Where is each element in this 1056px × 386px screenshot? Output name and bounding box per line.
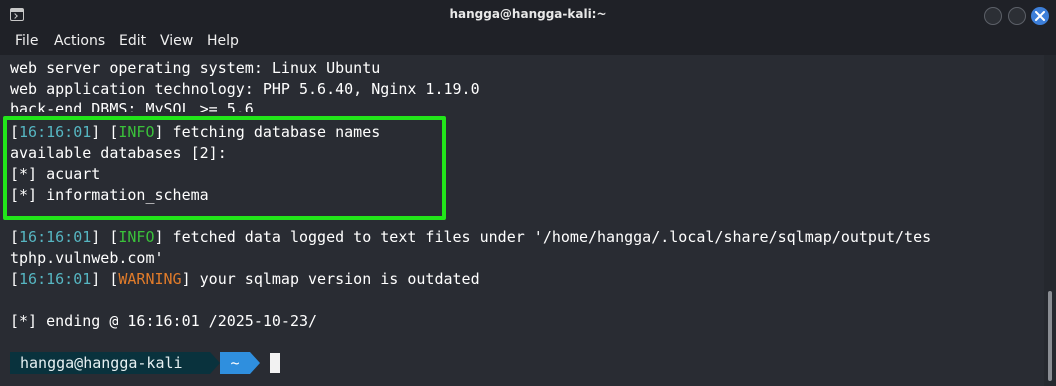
timestamp: 16:16:01: [19, 270, 92, 288]
bracket-open: [: [10, 270, 20, 288]
output-line-warning: [16:16:01] [WARNING] your sqlmap version…: [10, 269, 480, 290]
log-level-warning: WARNING: [118, 270, 182, 288]
output-line: web server operating system: Linux Ubunt…: [10, 59, 381, 77]
menu-help[interactable]: Help: [207, 33, 239, 49]
menu-file[interactable]: File: [15, 33, 38, 49]
timestamp: 16:16:01: [19, 228, 92, 246]
prompt-separator-icon: [250, 352, 260, 374]
text-cursor: [270, 353, 280, 373]
close-button[interactable]: [1031, 7, 1049, 25]
menu-actions[interactable]: Actions: [54, 33, 105, 49]
menu-edit[interactable]: Edit: [119, 33, 146, 49]
menu-bar: File Actions Edit View Help: [0, 31, 1056, 55]
bracket-open: [: [10, 228, 20, 246]
window-title: hangga@hangga-kali:~: [449, 7, 607, 21]
log-level-info: INFO: [118, 228, 155, 246]
scrollbar[interactable]: [1044, 55, 1056, 386]
output-line: tphp.vulnweb.com': [10, 249, 164, 267]
prompt-directory: ~: [220, 352, 250, 374]
close-icon: [1035, 11, 1045, 21]
menu-view[interactable]: View: [160, 33, 193, 49]
log-message: fetched data logged to text files under …: [163, 228, 932, 246]
output-line-ending: [*] ending @ 16:16:01 /2025-10-23/: [10, 312, 318, 330]
bracket-close: ]: [181, 270, 191, 288]
output-line-partial: back-end DBMS: MySQL >= 5.6: [10, 100, 254, 112]
scrollbar-thumb[interactable]: [1048, 291, 1052, 381]
highlight-box: [3, 116, 446, 220]
terminal-window: hangga@hangga-kali:~ File Actions Edit V…: [0, 0, 1056, 386]
bracket-close: ] [: [91, 270, 119, 288]
maximize-button[interactable]: [1008, 7, 1026, 25]
prompt-user-host: hangga@hangga-kali: [10, 352, 210, 374]
prompt-separator-icon: [210, 352, 220, 374]
title-bar[interactable]: hangga@hangga-kali:~: [0, 0, 1056, 31]
output-line-logged: [16:16:01] [INFO] fetched data logged to…: [10, 227, 931, 248]
bracket-close: ]: [154, 228, 164, 246]
minimize-button[interactable]: [984, 7, 1002, 25]
output-line: web application technology: PHP 5.6.40, …: [10, 80, 480, 98]
log-message: your sqlmap version is outdated: [190, 270, 480, 288]
bracket-close: ] [: [91, 228, 119, 246]
